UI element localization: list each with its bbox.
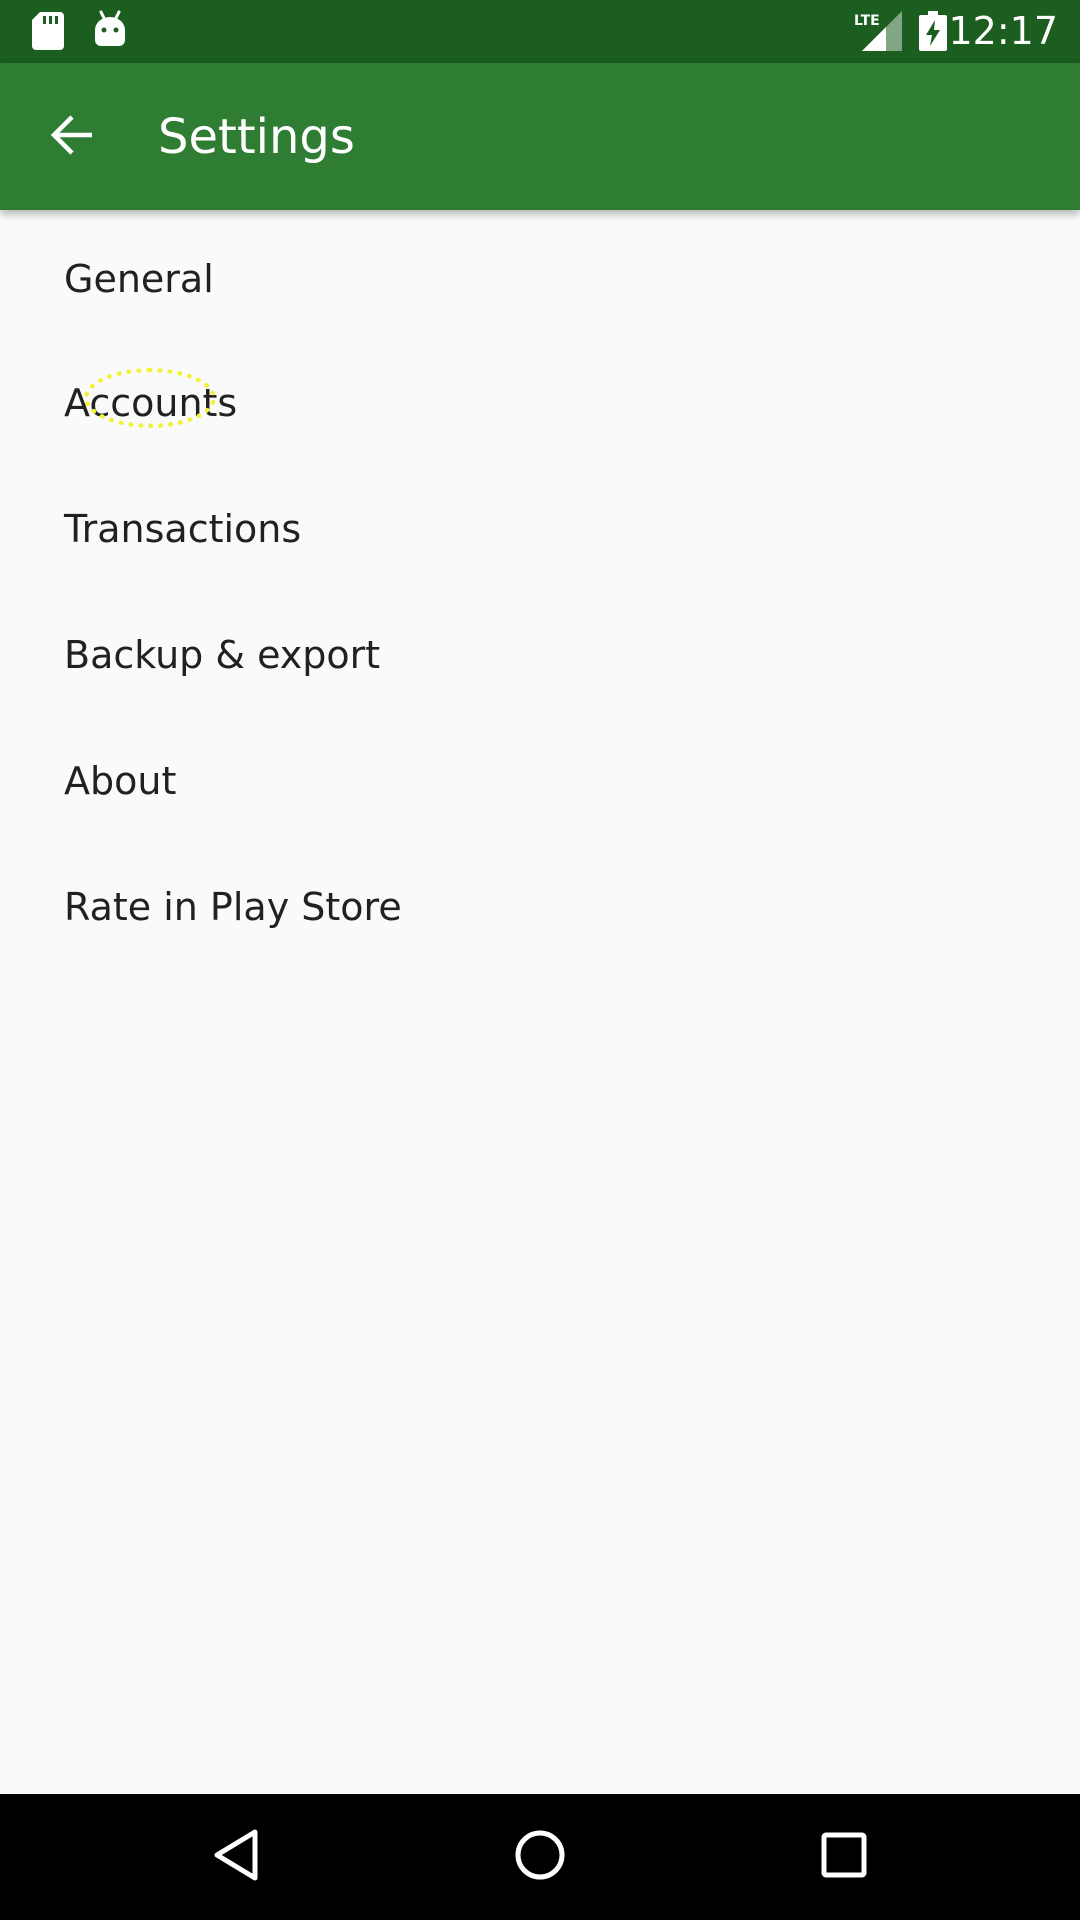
settings-item-label: Accounts xyxy=(64,381,238,425)
settings-item-general[interactable]: General xyxy=(0,210,1080,340)
lte-signal-icon: LTE xyxy=(852,11,902,55)
settings-item-about[interactable]: About xyxy=(0,718,1080,844)
settings-item-label: Rate in Play Store xyxy=(64,885,402,929)
status-clock: 12:17 xyxy=(948,9,1058,53)
settings-item-backup-export[interactable]: Backup & export xyxy=(0,592,1080,718)
status-bar: LTE 12:17 xyxy=(0,0,1080,63)
settings-item-label: Transactions xyxy=(64,507,302,551)
back-button[interactable] xyxy=(28,93,116,181)
battery-charging-icon xyxy=(919,11,947,55)
nav-recents-button[interactable] xyxy=(804,1817,884,1897)
settings-list: General Accounts Transactions Backup & e… xyxy=(0,210,1080,970)
nav-home-icon xyxy=(513,1828,567,1886)
settings-item-label: Backup & export xyxy=(64,633,381,677)
lte-label: LTE xyxy=(854,13,880,29)
settings-item-transactions[interactable]: Transactions xyxy=(0,466,1080,592)
arrow-back-icon xyxy=(48,111,96,163)
nav-back-icon xyxy=(211,1828,261,1886)
settings-item-accounts[interactable]: Accounts xyxy=(0,340,1080,466)
app-bar: Settings xyxy=(0,63,1080,210)
nav-recents-icon xyxy=(820,1831,868,1883)
page-title: Settings xyxy=(158,109,355,165)
sd-card-icon xyxy=(32,12,64,54)
nav-home-button[interactable] xyxy=(500,1817,580,1897)
settings-item-label: General xyxy=(64,257,214,301)
navigation-bar xyxy=(0,1794,1080,1920)
settings-item-rate-play-store[interactable]: Rate in Play Store xyxy=(0,844,1080,970)
settings-item-label: About xyxy=(64,759,177,803)
android-debug-icon xyxy=(93,10,127,52)
nav-back-button[interactable] xyxy=(196,1817,276,1897)
